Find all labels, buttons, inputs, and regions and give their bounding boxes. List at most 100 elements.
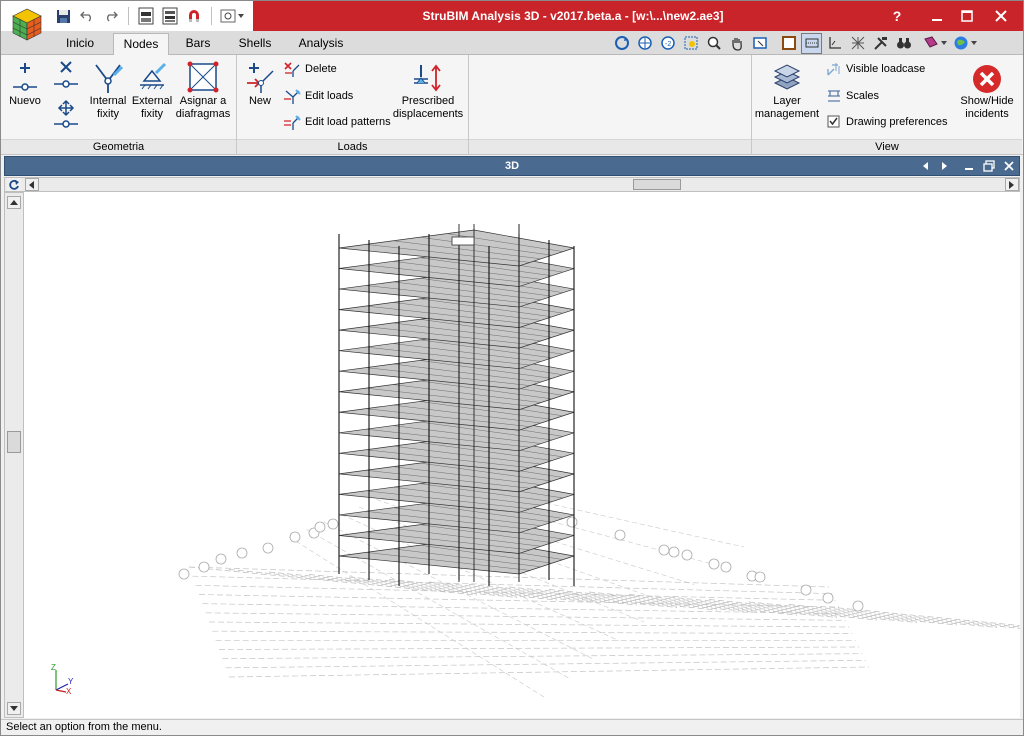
scroll-left-button[interactable] — [25, 178, 39, 191]
delete-load-label: Delete — [305, 63, 337, 75]
loadcase-icon — [827, 63, 840, 76]
globe-icon[interactable] — [952, 33, 980, 54]
close-button[interactable] — [987, 5, 1015, 27]
building-model-3d[interactable]: Z Y X — [24, 192, 1020, 718]
ribbon-tabs: Inicio Nodes Bars Shells Analysis -2 — [1, 31, 1023, 55]
move-node-button[interactable] — [49, 99, 83, 131]
app-logo-icon[interactable] — [7, 4, 47, 44]
zoom-window-icon[interactable] — [680, 33, 701, 54]
scales-button[interactable]: Scales — [826, 87, 879, 105]
tab-inicio[interactable]: Inicio — [55, 33, 105, 55]
undo-icon[interactable] — [77, 6, 97, 26]
vertical-scroll-thumb[interactable] — [7, 431, 21, 453]
grid-axis-bubble — [708, 558, 720, 570]
minimize-button[interactable] — [923, 5, 951, 27]
mesh-icon[interactable] — [847, 33, 868, 54]
delete-node-button[interactable] — [49, 57, 83, 91]
group-label-view: View — [752, 139, 1022, 154]
building-frame — [338, 224, 575, 586]
show-hide-incidents-button[interactable]: Show/Hide incidents — [954, 59, 1020, 121]
doc-restore-button[interactable] — [981, 159, 997, 173]
previous-document-button[interactable] — [917, 159, 933, 173]
internal-fixity-icon — [95, 64, 124, 93]
view-toolbar: -2 — [611, 32, 980, 54]
scroll-down-button[interactable] — [7, 702, 21, 715]
asignar-label-2: diafragmas — [175, 108, 231, 120]
layer-management-button[interactable]: Layer management — [754, 59, 820, 121]
tab-bars[interactable]: Bars — [175, 33, 221, 55]
external-fixity-label-2: fixity — [141, 108, 163, 120]
scroll-right-button[interactable] — [1005, 178, 1019, 191]
select-window-icon[interactable] — [749, 33, 770, 54]
delete-load-button[interactable]: Delete — [283, 60, 337, 78]
app-window: StruBIM Analysis 3D - v2017.beta.a - [w:… — [0, 0, 1024, 736]
edit-load-patterns-label: Edit load patterns — [305, 116, 391, 128]
tab-shells[interactable]: Shells — [229, 33, 281, 55]
save-icon[interactable] — [53, 6, 73, 26]
drawing-preferences-button[interactable]: Drawing preferences — [826, 113, 948, 131]
refresh-view-icon[interactable] — [7, 178, 21, 191]
viewport-3d[interactable]: Z Y X — [24, 192, 1020, 718]
magnet-icon[interactable] — [184, 6, 204, 26]
document-title: 3D — [504, 160, 520, 172]
zoom-previous-icon[interactable]: -2 — [657, 33, 678, 54]
group-label-empty — [469, 139, 751, 154]
zoom-extents-icon[interactable] — [634, 33, 655, 54]
book-icon[interactable] — [922, 33, 950, 54]
help-button[interactable]: ? — [883, 5, 911, 27]
asignar-diafragmas-button[interactable]: Asignar a diafragmas — [175, 59, 231, 121]
scroll-up-button[interactable] — [7, 196, 21, 209]
prescribed-label-2: displacements — [392, 108, 464, 120]
edit-load-patterns-button[interactable]: Edit load patterns — [283, 113, 391, 131]
edit-loads-button[interactable]: Edit loads — [283, 87, 353, 105]
vertical-scrollbar[interactable] — [4, 192, 24, 718]
scales-label: Scales — [846, 90, 880, 102]
asignar-label-1: Asignar a — [179, 95, 227, 107]
layer-label-2: management — [754, 108, 820, 120]
binoculars-icon[interactable] — [893, 33, 914, 54]
layer-label-1: Layer — [773, 95, 801, 107]
frame-view-icon[interactable] — [778, 33, 799, 54]
tab-analysis[interactable]: Analysis — [291, 33, 351, 55]
dxf-import-icon[interactable] — [136, 6, 156, 26]
scales-icon — [828, 90, 840, 102]
doc-minimize-button[interactable] — [961, 159, 977, 173]
prescribed-label-1: Prescribed — [401, 95, 455, 107]
external-fixity-button[interactable]: External fixity — [131, 59, 173, 121]
rotate-view-icon[interactable] — [611, 33, 632, 54]
doc-close-button[interactable] — [1001, 159, 1017, 173]
grid-line — [228, 666, 870, 678]
horizontal-scroll-thumb[interactable] — [633, 179, 681, 190]
tools-icon[interactable] — [870, 33, 891, 54]
nuevo-button[interactable]: Nuevo — [5, 59, 45, 108]
maximize-button[interactable] — [953, 5, 981, 27]
grid-axis-bubble — [262, 542, 274, 554]
grid-line — [192, 575, 833, 595]
zoom-icon[interactable] — [703, 33, 724, 54]
tab-nodes[interactable]: Nodes — [113, 33, 169, 55]
new-load-button[interactable]: New — [241, 59, 279, 108]
prescribed-displacements-button[interactable]: Prescribed displacements — [391, 59, 465, 121]
redo-icon[interactable] — [101, 6, 121, 26]
move-node-icon — [54, 99, 78, 128]
dxf-export-icon[interactable] — [160, 6, 180, 26]
separator — [128, 7, 129, 25]
grid-line — [195, 584, 836, 601]
internal-fixity-button[interactable]: Internal fixity — [87, 59, 129, 121]
wireframe-toggle-icon[interactable] — [801, 32, 822, 54]
grid-axis-bubble — [289, 531, 301, 543]
svg-text:-2: -2 — [665, 41, 671, 48]
visible-loadcase-button[interactable]: Visible loadcase — [826, 60, 925, 78]
quick-access-toolbar — [53, 5, 245, 27]
grid-line — [428, 581, 718, 611]
grid-line — [788, 604, 1020, 628]
drawing-preferences-label: Drawing preferences — [846, 116, 948, 128]
view-dropdown-icon[interactable] — [219, 6, 245, 26]
grid-axis-bubble — [198, 561, 210, 573]
pan-hand-icon[interactable] — [726, 33, 747, 54]
grid-axis-bubble — [822, 592, 834, 604]
grid-line — [268, 571, 558, 601]
horizontal-scrollbar[interactable] — [4, 177, 1020, 192]
dimension-icon[interactable] — [824, 33, 845, 54]
next-document-button[interactable] — [937, 159, 953, 173]
